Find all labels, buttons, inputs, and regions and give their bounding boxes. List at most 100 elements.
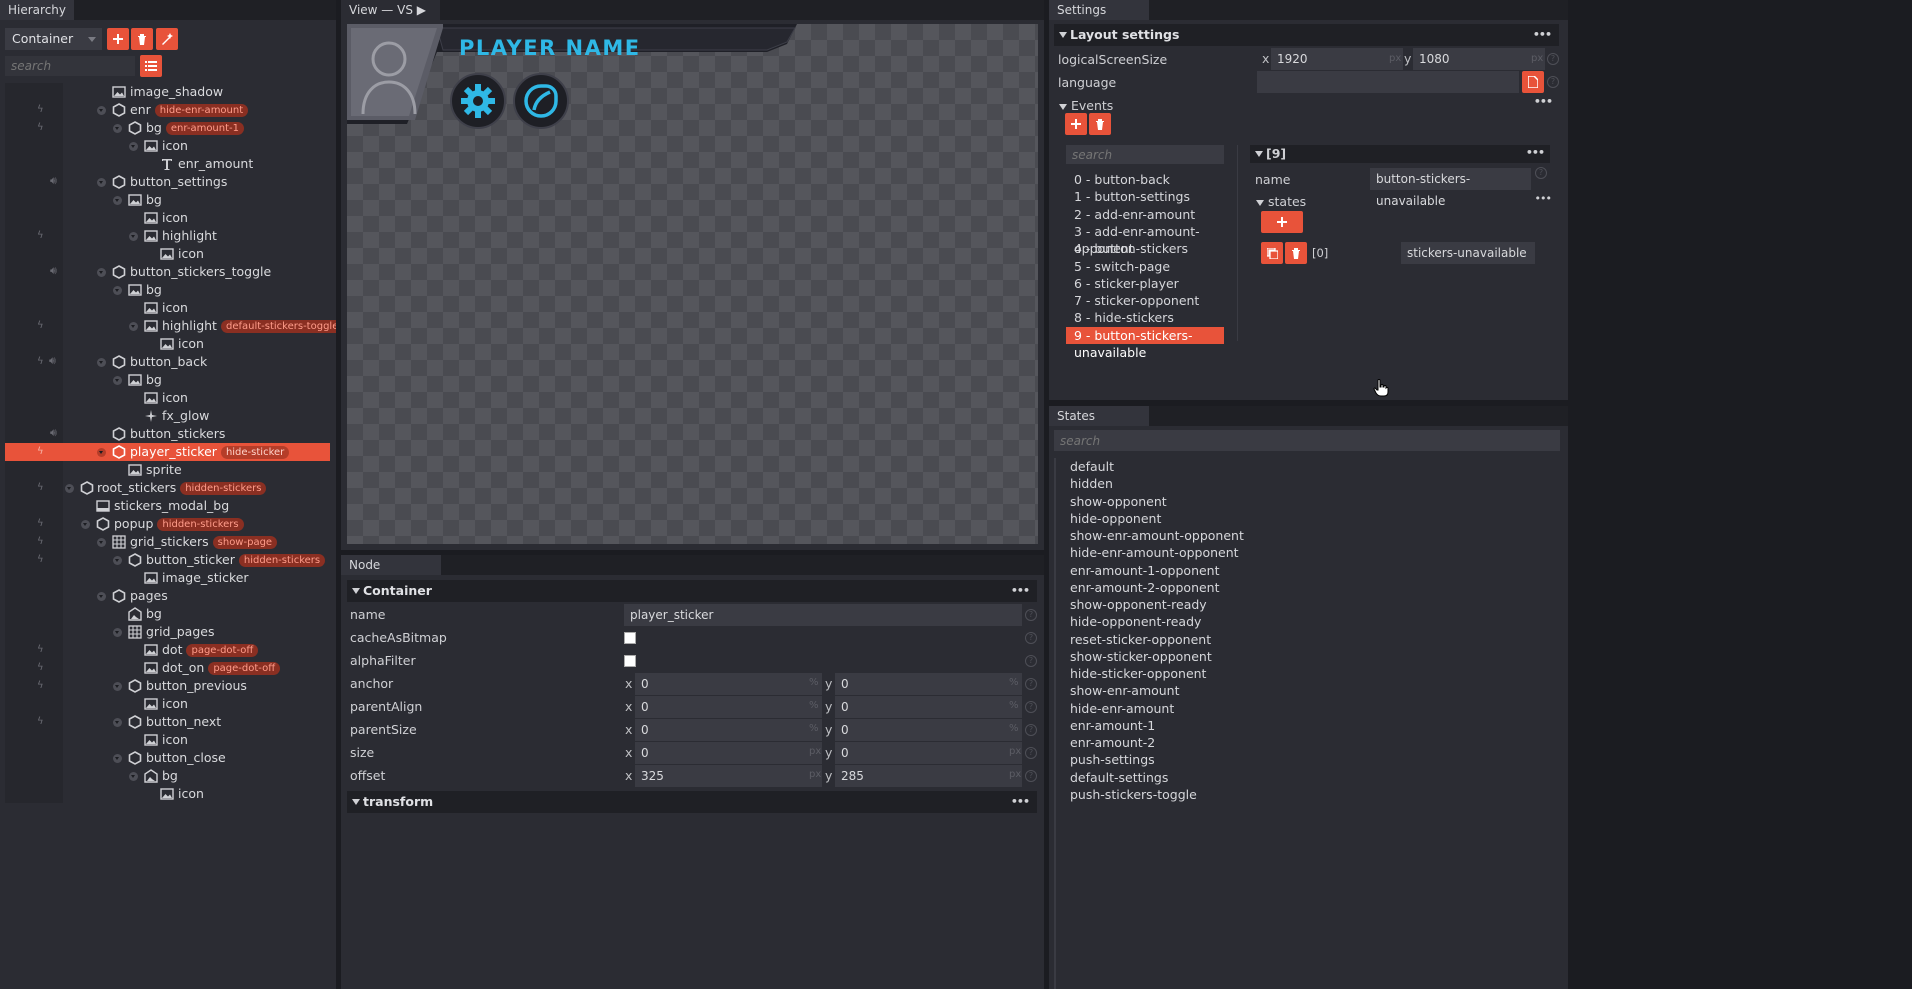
- state-item[interactable]: hide-opponent: [1070, 510, 1161, 527]
- event-item[interactable]: 9 - button-stickers-unavailable: [1066, 326, 1224, 360]
- vector-x-input[interactable]: 325: [635, 765, 822, 787]
- screen-width-input[interactable]: 1920: [1271, 48, 1403, 70]
- expand-arrow-icon[interactable]: [97, 592, 106, 601]
- tree-row[interactable]: bg: [5, 281, 330, 299]
- events-search-input[interactable]: [1066, 145, 1224, 164]
- expand-arrow-icon[interactable]: [113, 196, 122, 205]
- more-menu-icon[interactable]: •••: [1011, 580, 1030, 602]
- state-item[interactable]: push-settings: [1070, 751, 1155, 768]
- tree-row[interactable]: icon: [5, 209, 330, 227]
- add-state-button[interactable]: [1261, 211, 1303, 233]
- screen-height-input[interactable]: 1080: [1413, 48, 1545, 70]
- state-item[interactable]: hide-enr-amount-opponent: [1070, 544, 1239, 561]
- state-item[interactable]: hidden: [1070, 475, 1113, 492]
- transform-section-header[interactable]: transform •••: [347, 791, 1037, 813]
- canvas[interactable]: PLAYER NAME: [347, 24, 1038, 544]
- tree-row[interactable]: icon: [5, 137, 330, 155]
- vector-y-input[interactable]: 0: [835, 673, 1022, 695]
- tree-row[interactable]: ϟ root_stickers hidden-stickers: [5, 479, 330, 497]
- vector-x-input[interactable]: 0: [635, 673, 822, 695]
- tree-row[interactable]: image_shadow: [5, 83, 330, 101]
- tree-row[interactable]: ϟ bg enr-amount-1: [5, 119, 330, 137]
- tree-row[interactable]: ϟ dot page-dot-off: [5, 641, 330, 659]
- tree-row[interactable]: 🔊︎ button_stickers_toggle: [5, 263, 330, 281]
- tree-row[interactable]: icon: [5, 335, 330, 353]
- state-item[interactable]: default-settings: [1070, 769, 1168, 786]
- event-item[interactable]: 4 - button-stickers: [1066, 240, 1224, 257]
- expand-arrow-icon[interactable]: [81, 520, 90, 529]
- state-value-input[interactable]: stickers-unavailable: [1401, 242, 1535, 264]
- alpha-filter-checkbox[interactable]: [624, 655, 636, 667]
- event-item[interactable]: 1 - button-settings: [1066, 188, 1224, 205]
- tree-row[interactable]: ϟ button_previous: [5, 677, 330, 695]
- expand-arrow-icon[interactable]: [97, 448, 106, 457]
- tree-row[interactable]: bg: [5, 191, 330, 209]
- state-item[interactable]: hide-enr-amount: [1070, 700, 1174, 717]
- state-item[interactable]: enr-amount-2-opponent: [1070, 579, 1220, 596]
- state-item[interactable]: show-enr-amount-opponent: [1070, 527, 1244, 544]
- state-item[interactable]: show-enr-amount: [1070, 682, 1180, 699]
- states-sub-header[interactable]: states •••: [1255, 192, 1552, 210]
- state-item[interactable]: enr-amount-1: [1070, 717, 1155, 734]
- event-detail-header[interactable]: [9] •••: [1250, 145, 1550, 163]
- state-item[interactable]: push-stickers-toggle: [1070, 786, 1197, 803]
- expand-arrow-icon[interactable]: [113, 682, 122, 691]
- more-menu-icon[interactable]: •••: [1535, 192, 1552, 205]
- state-item[interactable]: show-sticker-opponent: [1070, 648, 1212, 665]
- expand-arrow-icon[interactable]: [97, 106, 106, 115]
- expand-arrow-icon[interactable]: [97, 178, 106, 187]
- tree-row[interactable]: icon: [5, 731, 330, 749]
- state-item[interactable]: hide-sticker-opponent: [1070, 665, 1206, 682]
- expand-arrow-icon[interactable]: [129, 772, 138, 781]
- event-item[interactable]: 2 - add-enr-amount: [1066, 206, 1224, 223]
- tree-row[interactable]: sprite: [5, 461, 330, 479]
- tree-row[interactable]: image_sticker: [5, 569, 330, 587]
- tree-row[interactable]: ϟ popup hidden-stickers: [5, 515, 330, 533]
- vector-x-input[interactable]: 0: [635, 742, 822, 764]
- tab-node[interactable]: Node: [341, 555, 441, 575]
- cache-as-bitmap-checkbox[interactable]: [624, 632, 636, 644]
- event-item[interactable]: 5 - switch-page: [1066, 258, 1224, 275]
- tree-row[interactable]: ϟ button_next: [5, 713, 330, 731]
- tree-row[interactable]: ϟ enr hide-enr-amount: [5, 101, 330, 119]
- expand-arrow-icon[interactable]: [97, 268, 106, 277]
- expand-arrow-icon[interactable]: [65, 484, 74, 493]
- more-menu-icon[interactable]: •••: [1011, 791, 1030, 813]
- expand-arrow-icon[interactable]: [113, 376, 122, 385]
- container-section-header[interactable]: Container •••: [347, 580, 1037, 602]
- tree-row[interactable]: bg: [5, 371, 330, 389]
- event-item[interactable]: 6 - sticker-player: [1066, 275, 1224, 292]
- tree-row[interactable]: fx_glow: [5, 407, 330, 425]
- delete-state-button[interactable]: [1285, 242, 1307, 264]
- tab-settings[interactable]: Settings: [1049, 0, 1149, 20]
- tree-row[interactable]: ϟ grid_stickers show-page: [5, 533, 330, 551]
- add-event-button[interactable]: [1065, 113, 1087, 135]
- expand-arrow-icon[interactable]: [113, 718, 122, 727]
- tree-row[interactable]: icon: [5, 245, 330, 263]
- expand-arrow-icon[interactable]: [129, 322, 138, 331]
- tree-row[interactable]: ϟ player_sticker hide-sticker: [5, 443, 330, 461]
- more-menu-icon[interactable]: •••: [1533, 24, 1552, 46]
- vector-y-input[interactable]: 0: [835, 719, 1022, 741]
- state-item[interactable]: enr-amount-2: [1070, 734, 1155, 751]
- tree-row[interactable]: ϟ 🔊︎ button_back: [5, 353, 330, 371]
- layout-settings-header[interactable]: Layout settings •••: [1054, 24, 1559, 46]
- stickers-round-button[interactable]: [513, 73, 569, 129]
- tree-row[interactable]: enr_amount: [5, 155, 330, 173]
- states-search-input[interactable]: [1054, 430, 1560, 451]
- settings-round-button[interactable]: [450, 73, 506, 129]
- event-item[interactable]: 7 - sticker-opponent: [1066, 292, 1224, 309]
- tab-view[interactable]: View — VS ▶: [341, 0, 440, 20]
- expand-arrow-icon[interactable]: [113, 754, 122, 763]
- state-item[interactable]: show-opponent-ready: [1070, 596, 1207, 613]
- expand-arrow-icon[interactable]: [113, 556, 122, 565]
- events-header[interactable]: Events •••: [1058, 95, 1558, 114]
- state-item[interactable]: enr-amount-1-opponent: [1070, 562, 1220, 579]
- language-file-button[interactable]: [1522, 71, 1544, 93]
- tree-row[interactable]: 🔊︎ button_settings: [5, 173, 330, 191]
- state-item[interactable]: hide-opponent-ready: [1070, 613, 1201, 630]
- tree-row[interactable]: icon: [5, 299, 330, 317]
- state-item[interactable]: reset-sticker-opponent: [1070, 631, 1211, 648]
- tree-row[interactable]: bg: [5, 767, 330, 785]
- state-item[interactable]: default: [1070, 458, 1114, 475]
